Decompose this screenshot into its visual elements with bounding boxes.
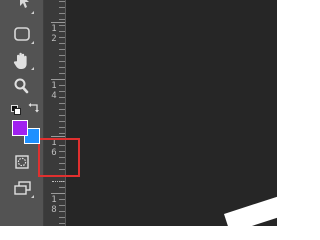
foreground-color-swatch[interactable] bbox=[12, 120, 28, 136]
rectangle-tool[interactable] bbox=[8, 24, 36, 46]
swap-colors-button[interactable] bbox=[28, 99, 40, 113]
quick-mask-button[interactable] bbox=[8, 152, 36, 174]
magnifier-icon bbox=[14, 78, 29, 94]
ruler-label: 4 bbox=[51, 91, 57, 101]
highlight-box bbox=[38, 138, 80, 177]
ruler-label: 8 bbox=[51, 205, 57, 215]
ruler-label: 1 bbox=[51, 81, 57, 91]
screen-mode-button[interactable] bbox=[8, 178, 36, 200]
tools-panel bbox=[0, 0, 44, 226]
ruler-dotted-marker bbox=[52, 181, 64, 183]
vertical-ruler: 1 2 1 4 1 6 1 8 bbox=[44, 0, 66, 226]
zoom-tool[interactable] bbox=[8, 76, 36, 98]
hand-tool[interactable] bbox=[8, 50, 36, 72]
swap-arrow-icon bbox=[28, 103, 39, 113]
default-colors-button[interactable] bbox=[11, 100, 21, 115]
default-colors-icon bbox=[11, 105, 21, 115]
document-canvas[interactable] bbox=[66, 0, 277, 226]
ruler-label: 1 bbox=[51, 24, 57, 34]
ruler-label: 2 bbox=[51, 34, 57, 44]
move-tool[interactable] bbox=[8, 0, 36, 16]
ruler-label: 1 bbox=[51, 195, 57, 205]
dashed-circle-icon bbox=[15, 155, 29, 169]
color-swatches bbox=[10, 118, 40, 150]
